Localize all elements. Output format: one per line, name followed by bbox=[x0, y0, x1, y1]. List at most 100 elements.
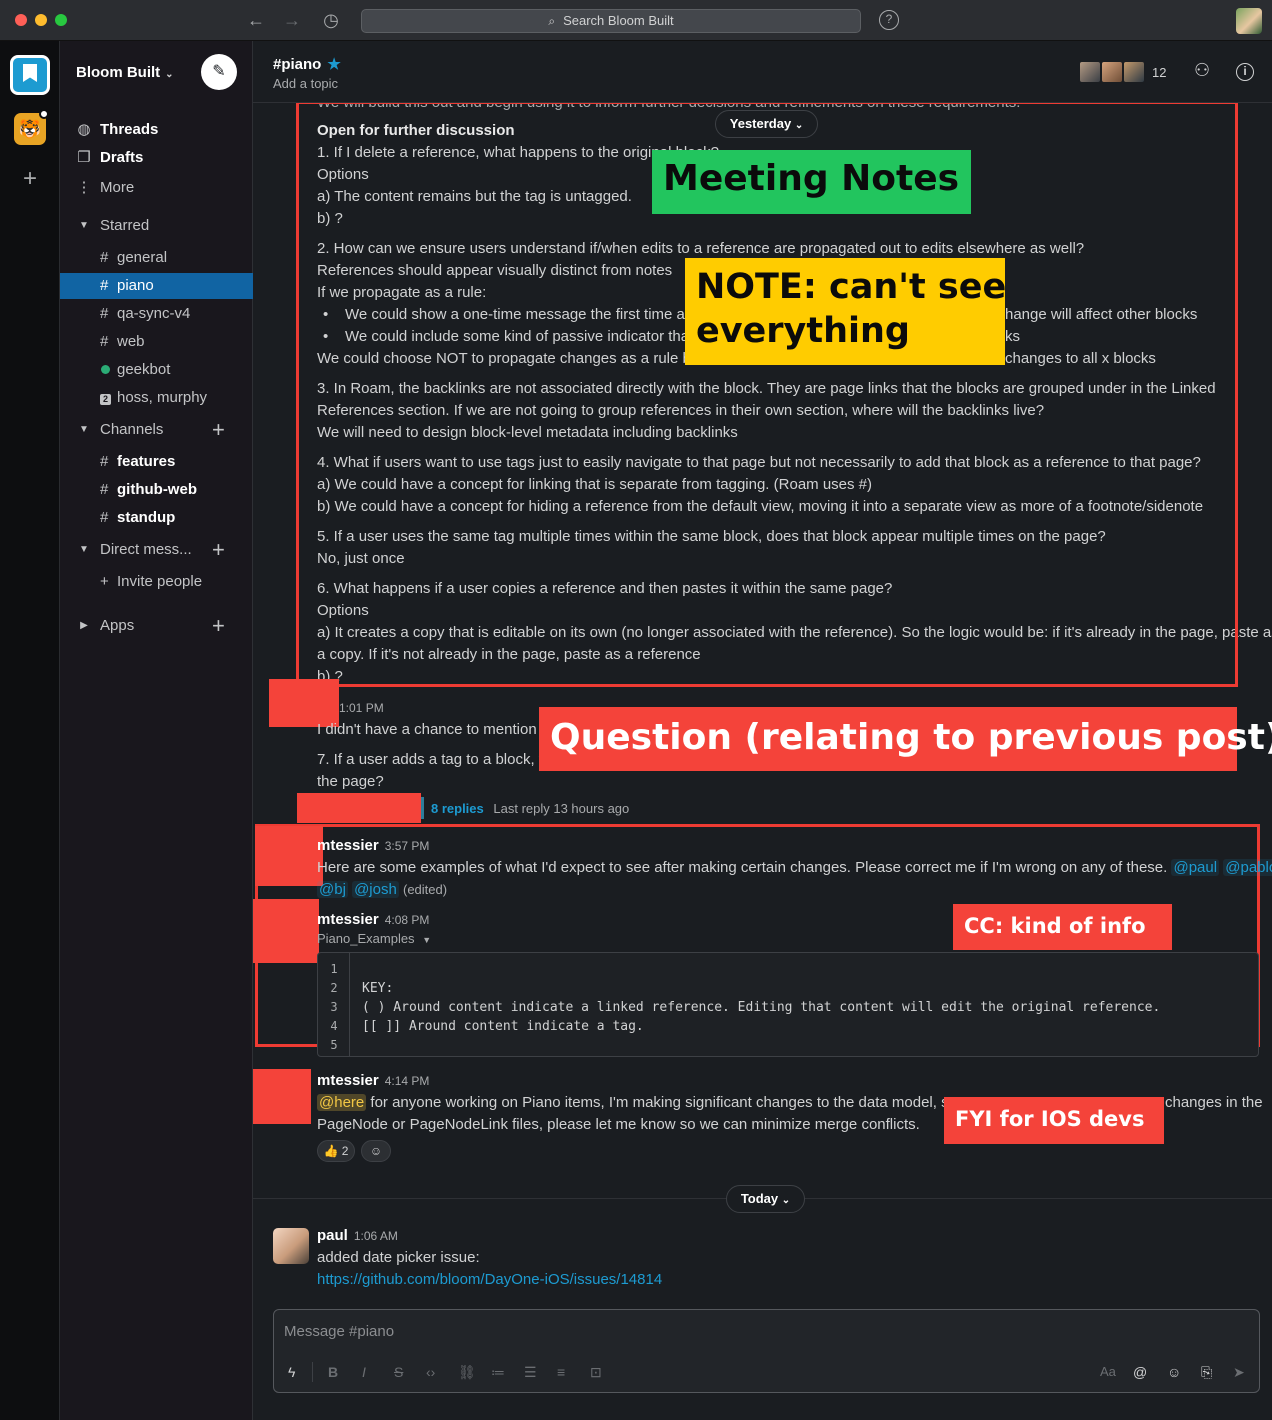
mention-josh[interactable]: @josh bbox=[352, 881, 399, 898]
date-divider-today[interactable]: Today ⌄ bbox=[726, 1185, 805, 1213]
member-count[interactable]: 12 bbox=[1152, 65, 1166, 80]
italic-icon[interactable]: I bbox=[362, 1364, 366, 1380]
code-snippet[interactable]: 1 2 3 4 5 KEY: ( ) Around content indica… bbox=[317, 952, 1259, 1057]
channel-sidebar: Bloom Built ⌄ ✎ ◍ Threads ❐ Drafts ⋮ More ▼ S… bbox=[60, 41, 253, 1420]
message-time[interactable]: 1:01 PM bbox=[339, 697, 384, 719]
message-author[interactable]: paul bbox=[317, 1227, 348, 1244]
add-workspace-icon[interactable]: + bbox=[18, 167, 42, 191]
issue-link[interactable]: https://github.com/bloom/DayOne-iOS/issu… bbox=[317, 1269, 662, 1291]
sidebar-item-web[interactable]: # web bbox=[60, 329, 253, 355]
replies-link[interactable]: 8 replies bbox=[431, 801, 484, 816]
sidebar-item-hoss-murphy[interactable]: 2 hoss, murphy bbox=[60, 385, 253, 411]
code-line: ( ) Around content indicate a linked ref… bbox=[362, 1000, 1161, 1015]
message-author[interactable]: mtessier bbox=[317, 911, 379, 928]
message-input[interactable]: Message #piano bbox=[284, 1323, 394, 1340]
code-block-icon[interactable]: ⊡ bbox=[590, 1364, 602, 1381]
message-header: mtessier 3:57 PM bbox=[317, 835, 429, 857]
sidebar-item-piano[interactable]: # piano bbox=[60, 273, 253, 299]
window-titlebar: ← → ◷ ⌕ Search Bloom Built ? bbox=[0, 0, 1272, 41]
user-avatar[interactable] bbox=[1236, 8, 1262, 34]
sidebar-item-more[interactable]: ⋮ More bbox=[60, 175, 253, 201]
section-starred[interactable]: ▼ Starred bbox=[60, 213, 253, 239]
caret-down-icon: ▼ bbox=[79, 544, 89, 555]
section-apps[interactable]: ▶ Apps + bbox=[60, 613, 253, 639]
sidebar-item-geekbot[interactable]: geekbot bbox=[60, 357, 253, 383]
message-time[interactable]: 1:06 AM bbox=[354, 1229, 398, 1243]
drafts-icon: ❐ bbox=[77, 149, 91, 166]
sidebar-item-github-web[interactable]: # github-web bbox=[60, 477, 253, 503]
close-window-button[interactable] bbox=[15, 14, 27, 26]
member-avatar[interactable] bbox=[1122, 60, 1146, 84]
code-icon[interactable]: ‹› bbox=[426, 1364, 435, 1380]
channel-hash-icon: # bbox=[100, 481, 109, 498]
line-number: 2 bbox=[330, 981, 338, 995]
invite-people[interactable]: + Invite people bbox=[60, 569, 253, 595]
member-avatar[interactable] bbox=[1078, 60, 1102, 84]
workspace-bloom-icon[interactable] bbox=[10, 55, 50, 95]
channel-name-text: #piano bbox=[273, 56, 322, 73]
message-composer[interactable]: Message #piano ϟ B I S ‹› ⛓ ≔ ☰ ≡ ⊡ Aa @… bbox=[273, 1309, 1260, 1393]
mention-icon[interactable]: @ bbox=[1133, 1364, 1147, 1380]
bulleted-list-icon[interactable]: ☰ bbox=[524, 1364, 537, 1381]
section-direct-messages[interactable]: ▼ Direct mess... + bbox=[60, 537, 253, 563]
message-text: changes in the bbox=[1165, 1094, 1263, 1111]
ordered-list-icon[interactable]: ≔ bbox=[491, 1364, 505, 1381]
threads-icon: ◍ bbox=[77, 121, 91, 138]
add-dm-icon[interactable]: + bbox=[212, 537, 225, 563]
mention-pablo[interactable]: @pablo bbox=[1223, 859, 1272, 876]
bold-icon[interactable]: B bbox=[328, 1364, 338, 1380]
star-icon[interactable]: ★ bbox=[327, 56, 340, 73]
sidebar-item-drafts[interactable]: ❐ Drafts bbox=[60, 145, 253, 171]
toolbar-divider bbox=[312, 1362, 313, 1382]
sidebar-item-threads[interactable]: ◍ Threads bbox=[60, 117, 253, 143]
formatting-toggle[interactable]: Aa bbox=[1100, 1364, 1116, 1379]
add-reaction-icon[interactable]: ☺ bbox=[361, 1140, 391, 1162]
sidebar-item-qa-sync-v4[interactable]: # qa-sync-v4 bbox=[60, 301, 253, 327]
back-arrow-icon[interactable]: ← bbox=[245, 9, 267, 31]
section-label: Channels bbox=[100, 421, 164, 438]
channel-name[interactable]: #piano ★ bbox=[273, 55, 341, 73]
link-icon[interactable]: ⛓ bbox=[458, 1364, 476, 1381]
sidebar-item-general[interactable]: # general bbox=[60, 245, 253, 271]
search-bar[interactable]: ⌕ Search Bloom Built bbox=[361, 9, 861, 33]
history-clock-icon[interactable]: ◷ bbox=[320, 9, 342, 31]
code-line: KEY: bbox=[362, 981, 394, 996]
send-icon[interactable]: ➤ bbox=[1233, 1364, 1245, 1381]
channel-topic[interactable]: Add a topic bbox=[273, 76, 338, 91]
member-avatar[interactable] bbox=[1100, 60, 1124, 84]
mention-here[interactable]: @here bbox=[317, 1094, 367, 1111]
mention-paul[interactable]: @paul bbox=[1171, 859, 1220, 876]
sidebar-item-features[interactable]: # features bbox=[60, 449, 253, 475]
forward-arrow-icon[interactable]: → bbox=[281, 9, 303, 31]
message-author[interactable]: mtessier bbox=[317, 837, 379, 854]
add-channel-icon[interactable]: + bbox=[212, 417, 225, 443]
mention-bj[interactable]: @bj bbox=[317, 881, 348, 898]
sidebar-item-standup[interactable]: # standup bbox=[60, 505, 253, 531]
emoji-icon[interactable]: ☺ bbox=[1167, 1364, 1181, 1380]
thread-replies[interactable]: 8 replies Last reply 13 hours ago bbox=[431, 798, 629, 820]
add-person-icon[interactable]: ⚇ bbox=[1194, 60, 1210, 81]
message-time[interactable]: 3:57 PM bbox=[385, 839, 430, 853]
reaction-thumbs-up[interactable]: 👍 2 bbox=[317, 1140, 355, 1162]
annotation-text: NOTE: can't see bbox=[696, 267, 1007, 307]
zoom-window-button[interactable] bbox=[55, 14, 67, 26]
section-channels[interactable]: ▼ Channels + bbox=[60, 417, 253, 443]
add-app-icon[interactable]: + bbox=[212, 613, 225, 639]
avatar[interactable] bbox=[273, 1228, 309, 1264]
info-icon[interactable]: i bbox=[1236, 63, 1254, 81]
help-icon[interactable]: ? bbox=[879, 10, 899, 30]
sidebar-item-label: Drafts bbox=[100, 149, 144, 166]
minimize-window-button[interactable] bbox=[35, 14, 47, 26]
blockquote-icon[interactable]: ≡ bbox=[557, 1364, 565, 1380]
message-time[interactable]: 4:08 PM bbox=[385, 913, 430, 927]
attachment-icon[interactable]: ⎘ bbox=[1201, 1364, 1212, 1381]
workspace-menu[interactable]: Bloom Built ⌄ bbox=[76, 64, 174, 81]
message-author[interactable]: mtessier bbox=[317, 1072, 379, 1089]
file-name[interactable]: Piano_Examples ▼ bbox=[317, 928, 431, 951]
strikethrough-icon[interactable]: S bbox=[394, 1364, 403, 1380]
section-label: Apps bbox=[100, 617, 135, 634]
shortcuts-icon[interactable]: ϟ bbox=[288, 1364, 295, 1380]
message-time[interactable]: 4:14 PM bbox=[385, 1074, 430, 1088]
compose-icon[interactable]: ✎ bbox=[201, 54, 237, 90]
section-label: Direct mess... bbox=[100, 541, 192, 558]
